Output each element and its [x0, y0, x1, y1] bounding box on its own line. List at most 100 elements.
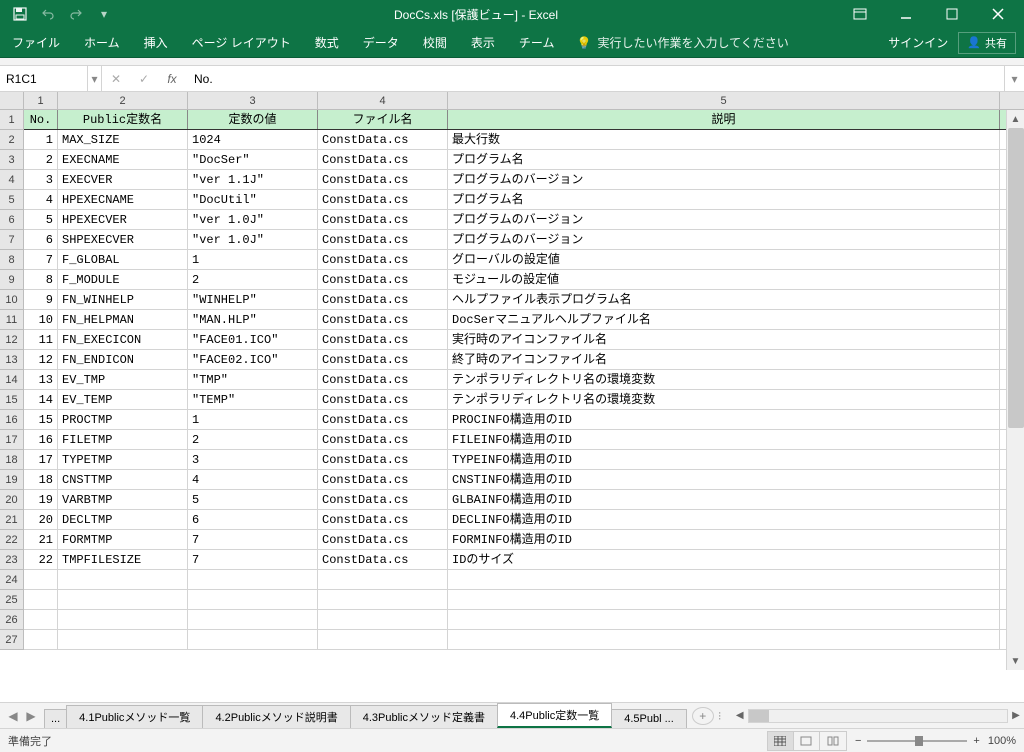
cell[interactable]: ConstData.cs — [318, 410, 448, 429]
cell[interactable]: EXECVER — [58, 170, 188, 189]
cancel-icon[interactable]: ✕ — [102, 66, 130, 91]
fx-icon[interactable]: fx — [158, 66, 186, 91]
row-header[interactable]: 23 — [0, 550, 23, 570]
page-break-view-icon[interactable] — [820, 732, 846, 750]
col-header[interactable]: 4 — [318, 92, 448, 109]
cell[interactable]: グローバルの設定値 — [448, 250, 1000, 269]
cell[interactable]: SHPEXECVER — [58, 230, 188, 249]
cell[interactable]: TYPEINFO構造用のID — [448, 450, 1000, 469]
cell[interactable]: "FACE01.ICO" — [188, 330, 318, 349]
row-header[interactable]: 8 — [0, 250, 23, 270]
cell[interactable]: 13 — [24, 370, 58, 389]
sheet-tab[interactable]: 4.3Publicメソッド定義書 — [350, 705, 498, 728]
cell[interactable]: EV_TMP — [58, 370, 188, 389]
col-header[interactable]: 3 — [188, 92, 318, 109]
zoom-level[interactable]: 100% — [988, 735, 1016, 747]
tab-nav-next-icon[interactable]: ▶ — [24, 709, 38, 723]
cell[interactable]: VARBTMP — [58, 490, 188, 509]
cell[interactable] — [318, 570, 448, 589]
zoom-slider[interactable]: − + — [855, 735, 980, 747]
cell[interactable]: 4 — [188, 470, 318, 489]
cell[interactable]: F_MODULE — [58, 270, 188, 289]
cell[interactable]: 最大行数 — [448, 130, 1000, 149]
cell[interactable]: 5 — [24, 210, 58, 229]
header-cell[interactable]: 定数の値 — [188, 110, 318, 129]
cell[interactable]: ConstData.cs — [318, 150, 448, 169]
cell[interactable]: 7 — [188, 550, 318, 569]
row-header[interactable]: 1 — [0, 110, 23, 130]
cell[interactable]: プログラムのバージョン — [448, 170, 1000, 189]
cell[interactable]: 1 — [24, 130, 58, 149]
ribbon-tab[interactable]: ホーム — [72, 28, 132, 58]
cell[interactable]: 14 — [24, 390, 58, 409]
cell[interactable]: PROCTMP — [58, 410, 188, 429]
row-header[interactable]: 21 — [0, 510, 23, 530]
cell[interactable]: FORMINFO構造用のID — [448, 530, 1000, 549]
enter-icon[interactable]: ✓ — [130, 66, 158, 91]
cell[interactable] — [24, 590, 58, 609]
cell[interactable]: 6 — [188, 510, 318, 529]
cell[interactable]: 7 — [24, 250, 58, 269]
cell[interactable]: ConstData.cs — [318, 470, 448, 489]
cell[interactable]: ConstData.cs — [318, 330, 448, 349]
cell[interactable]: 1 — [188, 250, 318, 269]
cell[interactable]: ConstData.cs — [318, 450, 448, 469]
zoom-track[interactable] — [867, 740, 967, 742]
cell[interactable]: "WINHELP" — [188, 290, 318, 309]
scroll-right-icon[interactable]: ▶ — [1008, 708, 1024, 724]
header-cell[interactable]: No. — [24, 110, 58, 129]
zoom-thumb[interactable] — [915, 736, 923, 746]
formula-input[interactable]: No. — [186, 72, 1004, 86]
header-cell[interactable]: ファイル名 — [318, 110, 448, 129]
cell[interactable]: FN_ENDICON — [58, 350, 188, 369]
cell[interactable] — [24, 610, 58, 629]
tab-navigation[interactable]: ◀ ▶ — [0, 709, 44, 723]
row-header[interactable]: 24 — [0, 570, 23, 590]
page-layout-view-icon[interactable] — [794, 732, 820, 750]
select-all-corner[interactable] — [0, 92, 24, 109]
cells-grid[interactable]: No.Public定数名定数の値ファイル名説明1MAX_SIZE1024Cons… — [24, 110, 1024, 650]
sheet-tab[interactable]: 4.1Publicメソッド一覧 — [66, 705, 203, 728]
header-cell[interactable]: Public定数名 — [58, 110, 188, 129]
vertical-scrollbar[interactable]: ▲ ▼ — [1006, 110, 1024, 670]
save-icon[interactable] — [12, 6, 28, 22]
row-header[interactable]: 3 — [0, 150, 23, 170]
cell[interactable]: ConstData.cs — [318, 130, 448, 149]
cell[interactable]: 8 — [24, 270, 58, 289]
row-header[interactable]: 15 — [0, 390, 23, 410]
cell[interactable] — [188, 610, 318, 629]
row-header[interactable]: 6 — [0, 210, 23, 230]
cell[interactable]: FN_HELPMAN — [58, 310, 188, 329]
col-header[interactable]: 2 — [58, 92, 188, 109]
row-header[interactable]: 18 — [0, 450, 23, 470]
cell[interactable]: ConstData.cs — [318, 170, 448, 189]
row-header[interactable]: 27 — [0, 630, 23, 650]
scroll-left-icon[interactable]: ◀ — [732, 708, 748, 724]
row-header[interactable]: 4 — [0, 170, 23, 190]
sign-in-link[interactable]: サインイン — [888, 34, 948, 51]
cell[interactable] — [318, 610, 448, 629]
row-header[interactable]: 16 — [0, 410, 23, 430]
cell[interactable]: ConstData.cs — [318, 310, 448, 329]
cell[interactable]: "TMP" — [188, 370, 318, 389]
cell[interactable]: 5 — [188, 490, 318, 509]
cell[interactable] — [448, 570, 1000, 589]
cell[interactable]: 15 — [24, 410, 58, 429]
cell[interactable] — [58, 610, 188, 629]
cell[interactable] — [188, 570, 318, 589]
share-button[interactable]: 👤 共有 — [958, 32, 1016, 54]
cell[interactable] — [58, 590, 188, 609]
cell[interactable]: 21 — [24, 530, 58, 549]
cell[interactable]: FN_EXECICON — [58, 330, 188, 349]
ribbon-tab[interactable]: ページ レイアウト — [180, 28, 303, 58]
cell[interactable]: テンポラリディレクトリ名の環境変数 — [448, 390, 1000, 409]
cell[interactable]: GLBAINFO構造用のID — [448, 490, 1000, 509]
ribbon-tab[interactable]: ファイル — [0, 28, 72, 58]
cell[interactable]: 16 — [24, 430, 58, 449]
row-header[interactable]: 14 — [0, 370, 23, 390]
ribbon-tab[interactable]: 校閲 — [411, 28, 459, 58]
cell[interactable]: DECLTMP — [58, 510, 188, 529]
h-scroll-thumb[interactable] — [749, 710, 769, 722]
row-header[interactable]: 26 — [0, 610, 23, 630]
row-header[interactable]: 5 — [0, 190, 23, 210]
